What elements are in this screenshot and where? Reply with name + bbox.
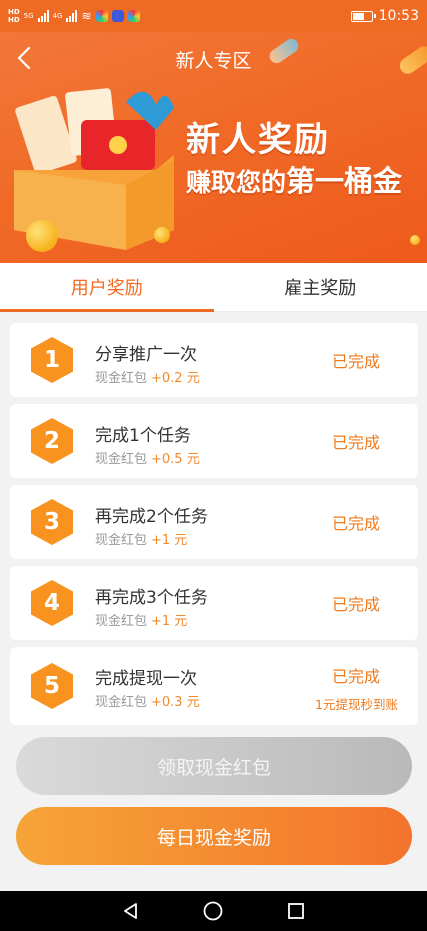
hero-subtitle-emphasis: 第一桶金 [286, 164, 403, 198]
step-badge: 4 [30, 579, 74, 627]
reward-label: 现金红包 [95, 614, 148, 629]
reward-amount: +1 元 [151, 614, 188, 629]
square-recents-icon [287, 903, 304, 919]
task-card-1: 1 分享推广一次 现金红包 +0.2 元 已完成 [10, 323, 418, 397]
task-status: 已完成 [331, 514, 380, 533]
reward-label: 现金红包 [95, 371, 148, 386]
task-title: 分享推广一次 [95, 345, 197, 365]
hero-title: 新人奖励 [186, 120, 330, 160]
task-reward: 现金红包 +1 元 [95, 529, 187, 548]
task-status: 已完成 [331, 595, 380, 614]
task-reward: 现金红包 +0.3 元 [95, 691, 200, 710]
reward-label: 现金红包 [95, 695, 148, 710]
triangle-back-icon [124, 903, 138, 919]
wifi-icon: ≋ [81, 9, 92, 23]
coin-decoration [410, 235, 420, 245]
task-card-3: 3 再完成2个任务 现金红包 +1 元 已完成 [10, 485, 418, 559]
hero-subtitle-prefix: 赚取您的 [186, 168, 287, 197]
task-status: 已完成 [331, 433, 380, 452]
step-badge: 2 [30, 417, 74, 465]
system-nav-bar [0, 891, 427, 931]
reward-label: 现金红包 [95, 452, 148, 467]
status-right: 10:53 [350, 8, 419, 24]
hero-banner: 新人专区 新人奖励 赚取您的第一桶金 [0, 32, 427, 263]
status-bar: HD HD 5G 4G ≋ 10:53 [0, 0, 427, 32]
app-icon-2 [111, 10, 124, 22]
status-left: HD HD 5G 4G ≋ [8, 8, 140, 24]
task-card-2: 2 完成1个任务 现金红包 +0.5 元 已完成 [10, 404, 418, 478]
tab-employer-rewards[interactable]: 雇主奖励 [214, 263, 427, 311]
nav-recents-button[interactable] [284, 899, 308, 923]
app-icon-1 [95, 10, 108, 22]
tab-user-rewards[interactable]: 用户奖励 [0, 263, 214, 312]
task-title: 再完成2个任务 [95, 507, 208, 527]
nav-home-button[interactable] [201, 899, 225, 923]
step-badge: 3 [30, 498, 74, 546]
coin-decoration [154, 227, 170, 243]
step-number: 4 [43, 590, 60, 616]
task-reward: 现金红包 +1 元 [95, 610, 187, 629]
sig1-label: 5G [23, 12, 34, 20]
reward-tabs: 用户奖励 雇主奖励 [0, 263, 427, 312]
network-top: HD [8, 8, 20, 16]
task-card-4: 4 再完成3个任务 现金红包 +1 元 已完成 [10, 566, 418, 640]
clock: 10:53 [378, 8, 419, 24]
reward-amount: +1 元 [151, 533, 188, 548]
network-bottom: HD [8, 16, 20, 24]
sig2-label: 4G [52, 12, 63, 20]
task-reward: 现金红包 +0.2 元 [95, 367, 200, 386]
step-number: 3 [43, 509, 60, 535]
app-icon-3 [127, 10, 140, 22]
task-title: 完成提现一次 [95, 669, 197, 689]
step-number: 2 [43, 428, 60, 454]
reward-label: 现金红包 [95, 533, 148, 548]
coin-decoration [26, 220, 58, 252]
step-number: 1 [43, 347, 60, 373]
battery-icon [350, 10, 376, 22]
network-type: HD HD [8, 8, 20, 24]
step-number: 5 [43, 673, 60, 699]
step-badge: 5 [30, 662, 74, 710]
step-badge: 1 [30, 336, 74, 384]
task-card-5: 5 完成提现一次 现金红包 +0.3 元 已完成 1元提现秒到账 [10, 647, 418, 725]
reward-amount: +0.5 元 [151, 452, 200, 467]
daily-cash-reward-button[interactable]: 每日现金奖励 [16, 807, 412, 865]
nav-back-button[interactable] [119, 899, 143, 923]
task-status: 已完成 [331, 667, 380, 686]
task-title: 再完成3个任务 [95, 588, 208, 608]
signal-icon [37, 10, 49, 22]
signal-icon-2 [66, 10, 78, 22]
circle-home-icon [204, 901, 223, 921]
task-status: 已完成 [331, 352, 380, 371]
claim-cash-button[interactable]: 领取现金红包 [16, 737, 412, 795]
reward-amount: +0.3 元 [151, 695, 200, 710]
withdraw-note: 1元提现秒到账 [315, 697, 398, 712]
reward-amount: +0.2 元 [151, 371, 200, 386]
task-reward: 现金红包 +0.5 元 [95, 448, 200, 467]
task-title: 完成1个任务 [95, 426, 191, 446]
hero-subtitle: 赚取您的第一桶金 [186, 158, 402, 200]
